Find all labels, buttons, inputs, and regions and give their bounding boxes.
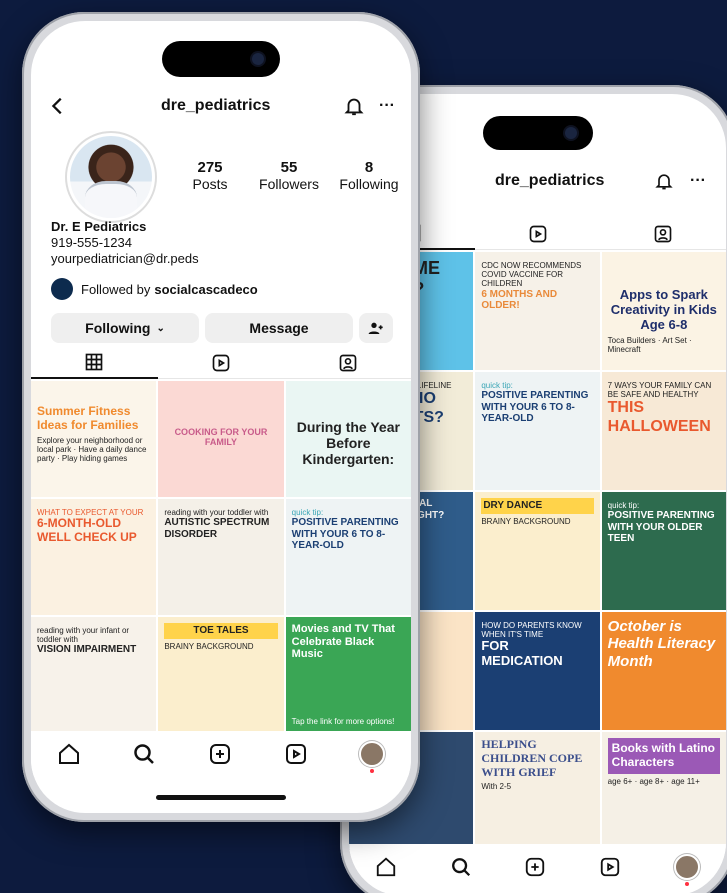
search-icon[interactable] [450, 856, 472, 878]
profile-bio: Dr. E Pediatrics 919-555-1234 yourpediat… [51, 219, 199, 267]
profile-avatar [70, 136, 152, 218]
bell-icon[interactable] [654, 171, 674, 191]
home-icon[interactable] [375, 856, 397, 878]
create-icon[interactable] [208, 742, 232, 766]
more-icon[interactable]: ··· [690, 172, 706, 190]
dynamic-island [162, 41, 280, 77]
tab-reels[interactable] [157, 347, 285, 379]
profile-email[interactable]: yourpediatrician@dr.peds [51, 251, 199, 267]
post-tile[interactable]: WHAT TO EXPECT AT YOUR 6-MONTH-OLD WELL … [31, 499, 157, 615]
profile-phone: 919-555-1234 [51, 235, 132, 250]
reels-icon [211, 353, 231, 373]
tagged-icon [338, 353, 358, 373]
reels-icon[interactable] [284, 742, 308, 766]
post-tile[interactable]: reading with your toddler with AUTISTIC … [158, 499, 284, 615]
profile-avatar-ring[interactable] [65, 131, 157, 223]
post-grid: Summer Fitness Ideas for Families Explor… [31, 381, 411, 733]
post-tile[interactable]: quick tip: POSITIVE PARENTING WITH YOUR … [285, 499, 411, 615]
chevron-left-icon[interactable] [47, 95, 69, 117]
back-username[interactable]: dre_pediatrics [495, 172, 604, 190]
home-indicator [156, 795, 286, 800]
post-tile[interactable]: DRY DANCE BRAINY BACKGROUND [475, 492, 600, 610]
post-tile[interactable]: COOKING FOR YOUR FAMILY [158, 381, 284, 497]
tagged-icon [653, 224, 673, 244]
notification-dot [370, 769, 375, 773]
add-person-button[interactable] [359, 313, 393, 343]
create-icon[interactable] [524, 856, 546, 878]
notification-dot [684, 882, 689, 886]
back-bottom-nav [349, 844, 726, 890]
profile-username[interactable]: dre_pediatrics [161, 97, 270, 115]
home-icon[interactable] [57, 742, 81, 766]
profile-avatar[interactable] [673, 854, 700, 886]
front-phone-screen: dre_pediatrics ··· 275 Posts 55 Followers … [31, 21, 411, 813]
search-icon[interactable] [132, 742, 156, 766]
following-button[interactable]: Following ⌄ [51, 313, 199, 343]
bottom-nav [31, 731, 411, 777]
post-tile[interactable]: quick tip: POSITIVE PARENTING WITH YOUR 6… [475, 372, 600, 490]
post-tile[interactable]: Movies and TV That Celebrate Black Music… [285, 617, 411, 733]
profile-avatar[interactable] [359, 741, 386, 773]
followed-by-user[interactable]: socialcascadeco [154, 282, 257, 297]
add-person-icon [368, 320, 384, 336]
post-tile[interactable]: 7 WAYS YOUR FAMILY CAN BE SAFE AND HEALT… [601, 372, 726, 490]
tab-reels[interactable] [474, 218, 601, 250]
profile-name: Dr. E Pediatrics [51, 219, 147, 234]
profile-header: dre_pediatrics ··· [31, 91, 411, 121]
message-button[interactable]: Message [205, 313, 353, 343]
reels-icon[interactable] [599, 856, 621, 878]
reels-icon [528, 224, 548, 244]
grid-icon [84, 352, 104, 372]
followed-by-prefix: Followed by [81, 281, 151, 297]
post-tile[interactable]: Apps to Spark Creativity in Kids Age 6-8… [601, 252, 726, 370]
more-icon[interactable]: ··· [379, 97, 395, 115]
follower-avatar [51, 278, 73, 300]
post-tile[interactable]: quick tip: POSITIVE PARENTING WITH YOUR O… [601, 492, 726, 610]
tab-tagged[interactable] [284, 347, 411, 379]
profile-tabs [31, 347, 411, 379]
post-tile[interactable]: Books with Latino Characters age 6+ · age… [601, 732, 726, 850]
post-tile[interactable]: HELPING CHILDREN COPE WITH GRIEF With 2-5 [475, 732, 600, 850]
post-tile[interactable]: During the Year Before Kindergarten: [285, 381, 411, 497]
post-tile[interactable]: Summer Fitness Ideas for Families Explor… [31, 381, 157, 497]
bell-icon[interactable] [343, 95, 365, 117]
tab-tagged[interactable] [600, 218, 726, 250]
post-tile[interactable]: TOE TALES BRAINY BACKGROUND [158, 617, 284, 733]
dynamic-island [482, 116, 593, 150]
post-tile[interactable]: CDC NOW RECOMMENDS COVID VACCINE FOR CHI… [475, 252, 600, 370]
post-tile[interactable]: October is Health Literacy Month [601, 612, 726, 730]
tab-grid[interactable] [31, 347, 158, 379]
posts-stat[interactable]: 275 Posts [179, 159, 241, 192]
post-tile[interactable]: reading with your infant or toddler with… [31, 617, 157, 733]
chevron-down-icon: ⌄ [156, 322, 165, 334]
following-stat[interactable]: 8 Following [333, 159, 405, 192]
post-tile[interactable]: HOW DO PARENTS KNOW WHEN IT'S TIME FOR ME… [475, 612, 600, 730]
front-phone: dre_pediatrics ··· 275 Posts 55 Followers … [22, 12, 420, 822]
followed-by[interactable]: Followed by socialcascadeco [51, 278, 258, 300]
followers-stat[interactable]: 55 Followers [249, 159, 329, 192]
